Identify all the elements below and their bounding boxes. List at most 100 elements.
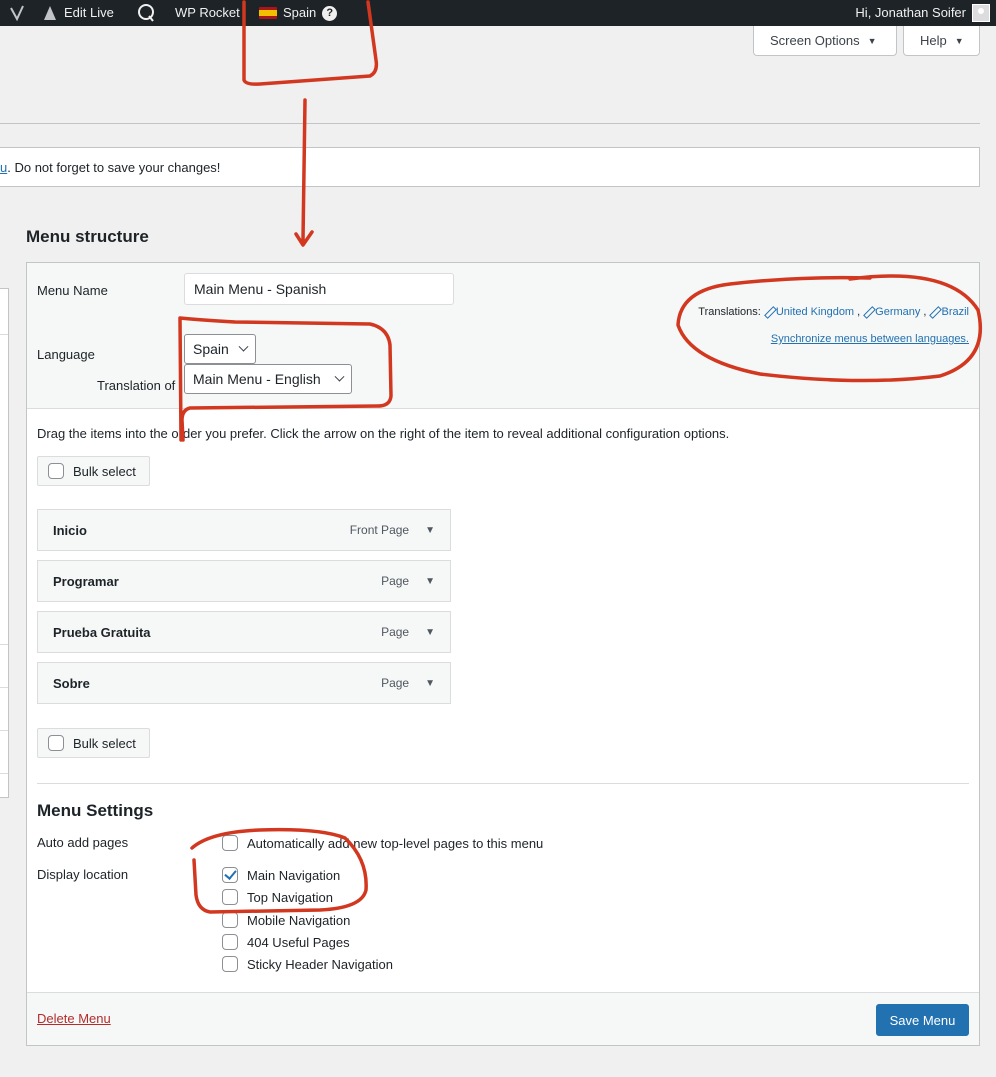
help-button[interactable]: Help ▼ [903, 26, 980, 56]
menu-item[interactable]: Prueba Gratuita Page ▼ [37, 611, 451, 653]
menu-item[interactable]: Programar Page ▼ [37, 560, 451, 602]
menu-item-type: Front Page [349, 523, 410, 537]
translations-label: Translations: [698, 306, 761, 318]
main-navigation-checkbox[interactable] [222, 867, 238, 883]
screen-options-button[interactable]: Screen Options ▼ [753, 26, 897, 56]
chevron-down-icon [238, 341, 249, 352]
admin-bar: Edit Live WP Rocket Spain ? Hi, Jonathan… [0, 0, 996, 26]
pencil-icon [764, 307, 774, 317]
translation-of-select[interactable]: Main Menu - English [184, 364, 352, 394]
menu-item-title: Prueba Gratuita [53, 624, 151, 640]
divider [37, 783, 969, 784]
bulk-select-label: Bulk select [73, 735, 136, 751]
menu-settings-heading: Menu Settings [37, 801, 154, 820]
bulk-select-checkbox[interactable] [48, 463, 64, 479]
divider [0, 687, 8, 688]
translation-link-germany[interactable]: Germany [863, 306, 920, 318]
location-top-navigation[interactable]: Top Navigation [222, 889, 333, 905]
404-useful-pages-checkbox[interactable] [222, 934, 238, 950]
translation-link-brazil[interactable]: Brazil [929, 306, 969, 318]
expand-arrow-icon[interactable]: ▼ [425, 576, 435, 587]
translation-link-uk[interactable]: United Kingdom [764, 306, 854, 318]
save-menu-button[interactable]: Save Menu [876, 1004, 969, 1036]
expand-arrow-icon[interactable]: ▼ [425, 525, 435, 536]
menu-item-type: Page [381, 625, 410, 639]
chevron-down-icon [334, 371, 345, 382]
language-select[interactable]: Spain [184, 334, 256, 364]
translation-link-label: United Kingdom [775, 306, 855, 318]
help-circle-icon[interactable]: ? [322, 5, 338, 21]
location-label: Sticky Header Navigation [247, 956, 393, 972]
notice-link[interactable]: u [0, 160, 7, 175]
menu-edit-panel: Menu Name Main Menu - Spanish Language S… [26, 262, 980, 1046]
bulk-select-button[interactable]: Bulk select [37, 728, 150, 758]
divider [0, 773, 8, 774]
location-mobile-navigation[interactable]: Mobile Navigation [222, 912, 350, 928]
query-monitor-icon[interactable] [136, 0, 156, 26]
location-label: Mobile Navigation [247, 912, 351, 928]
expand-arrow-icon[interactable]: ▼ [425, 627, 435, 638]
menu-item-type: Page [381, 574, 410, 588]
mobile-navigation-checkbox[interactable] [222, 912, 238, 928]
wp-rocket-label: WP Rocket [175, 5, 240, 20]
display-location-label: Display location [37, 867, 129, 882]
translations-list: Translations: United Kingdom, Germany, B… [698, 306, 969, 318]
language-label: Language [37, 347, 95, 362]
menu-header: Menu Name Main Menu - Spanish Language S… [27, 263, 979, 409]
pencil-icon [929, 307, 939, 317]
translation-link-label: Germany [875, 306, 921, 318]
spain-flag-icon [259, 7, 277, 19]
menu-name-input[interactable]: Main Menu - Spanish [184, 273, 454, 305]
edit-live-icon [44, 6, 56, 20]
divider [0, 730, 8, 731]
edit-live-label: Edit Live [64, 5, 114, 20]
menu-structure-heading: Menu structure [26, 227, 149, 246]
caret-down-icon: ▼ [867, 35, 877, 46]
user-account-menu[interactable]: Hi, Jonathan Soifer [855, 0, 990, 26]
bulk-select-button[interactable]: Bulk select [37, 456, 150, 486]
help-label: Help [920, 33, 947, 48]
translation-of-label: Translation of [97, 378, 176, 393]
menu-footer: Delete Menu Save Menu [27, 992, 979, 1045]
menu-item[interactable]: Sobre Page ▼ [37, 662, 451, 704]
menu-item-title: Inicio [53, 522, 87, 538]
language-switcher-label: Spain [283, 5, 317, 20]
translation-of-value: Main Menu - English [193, 371, 321, 387]
location-label: Main Navigation [247, 867, 341, 883]
divider [0, 644, 8, 645]
edit-live-menu[interactable]: Edit Live [42, 0, 114, 26]
auto-add-pages-option[interactable]: Automatically add new top-level pages to… [222, 835, 543, 851]
menu-item-type: Page [381, 676, 410, 690]
location-404-useful-pages[interactable]: 404 Useful Pages [222, 934, 350, 950]
user-greeting: Hi, Jonathan Soifer [855, 5, 966, 20]
divider [0, 334, 8, 335]
top-navigation-checkbox[interactable] [222, 889, 238, 905]
synchronize-menus-link[interactable]: Synchronize menus between languages. [771, 333, 969, 345]
location-label: Top Navigation [247, 889, 333, 905]
sticky-header-navigation-checkbox[interactable] [222, 956, 238, 972]
expand-arrow-icon[interactable]: ▼ [425, 678, 435, 689]
location-sticky-header-navigation[interactable]: Sticky Header Navigation [222, 956, 393, 972]
yoast-icon[interactable] [8, 0, 28, 26]
avatar [972, 4, 990, 22]
menu-item-title: Sobre [53, 675, 90, 691]
language-switcher[interactable]: Spain ? [259, 0, 338, 26]
bulk-select-checkbox[interactable] [48, 735, 64, 751]
location-label: 404 Useful Pages [247, 934, 350, 950]
pencil-icon [863, 307, 873, 317]
auto-add-pages-label: Auto add pages [37, 835, 129, 850]
drag-instructions: Drag the items into the order you prefer… [37, 426, 730, 441]
menu-item-title: Programar [53, 573, 119, 589]
auto-add-pages-checkbox[interactable] [222, 835, 238, 851]
update-notice: u. Do not forget to save your changes! [0, 147, 980, 187]
divider [0, 123, 980, 124]
language-select-value: Spain [193, 341, 229, 357]
wp-rocket-menu[interactable]: WP Rocket [175, 0, 240, 26]
menu-name-label: Menu Name [37, 283, 108, 298]
delete-menu-link[interactable]: Delete Menu [37, 1011, 111, 1026]
location-main-navigation[interactable]: Main Navigation [222, 867, 340, 883]
caret-down-icon: ▼ [954, 35, 964, 46]
menu-item[interactable]: Inicio Front Page ▼ [37, 509, 451, 551]
translation-link-label: Brazil [941, 306, 969, 318]
bulk-select-label: Bulk select [73, 463, 136, 479]
